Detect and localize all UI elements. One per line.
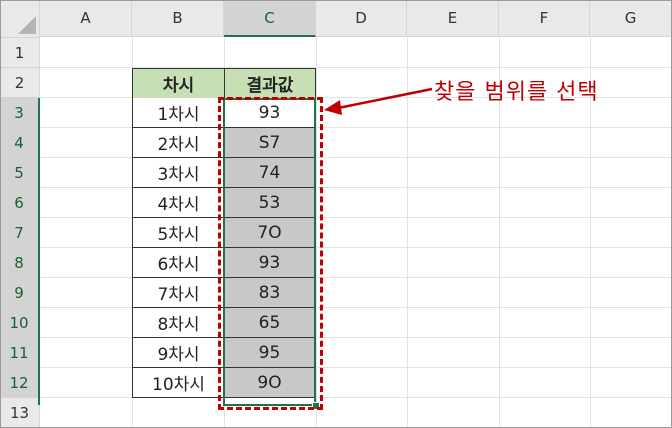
window-frame [0, 0, 672, 428]
